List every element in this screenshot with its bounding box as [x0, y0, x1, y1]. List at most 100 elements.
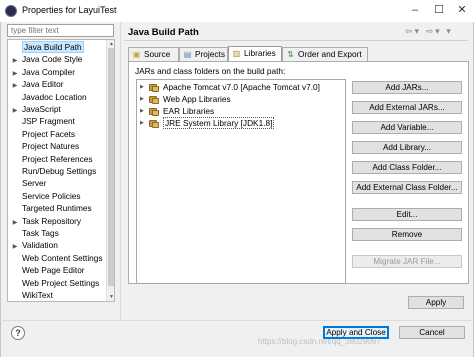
- order-export-icon: ⇅: [287, 50, 294, 59]
- tree-item[interactable]: Java Build Path: [8, 41, 105, 53]
- preference-tree[interactable]: Java Build Path ▶ Java Code Style ▶ Java Com…: [7, 39, 115, 302]
- page-nav: ⇦▾ ⇨▾ ▾: [405, 26, 453, 37]
- tab-projects[interactable]: ▤ Projects: [179, 47, 228, 61]
- tree-item-label: Validation: [22, 240, 58, 251]
- window-title: Properties for LayuiTest: [22, 5, 117, 15]
- apply-button[interactable]: Apply: [408, 296, 464, 309]
- library-icon: [148, 107, 160, 117]
- tab-order-export[interactable]: ⇅ Order and Export: [282, 47, 368, 61]
- tab-libraries[interactable]: ▥ Libraries: [228, 46, 282, 61]
- tree-item[interactable]: Project References: [8, 153, 105, 165]
- tree-item[interactable]: Task Tags: [8, 227, 105, 239]
- tree-item[interactable]: Targeted Runtimes: [8, 202, 105, 214]
- tree-item[interactable]: ▶ JavaScript: [8, 103, 105, 115]
- library-icon: [148, 95, 160, 105]
- page-title: Java Build Path: [128, 27, 199, 38]
- panel-sash[interactable]: [120, 22, 121, 320]
- tree-item-label: JSP Fragment: [22, 116, 75, 127]
- tree-item[interactable]: Project Natures: [8, 140, 105, 152]
- tree-item[interactable]: WikiText: [8, 289, 105, 301]
- tab-label: Source: [144, 49, 171, 59]
- tree-item-label: Javadoc Location: [22, 91, 87, 102]
- expand-arrow-icon[interactable]: ▶: [140, 94, 148, 105]
- tree-item-label: WikiText: [22, 290, 53, 300]
- library-entry-label: EAR Libraries: [163, 106, 215, 116]
- library-entry-label: Web App Libraries: [163, 94, 231, 104]
- expand-arrow-icon[interactable]: ▶: [140, 82, 148, 93]
- scroll-up-arrow-icon[interactable]: ▲: [107, 40, 114, 48]
- expand-arrow-icon[interactable]: ▶: [140, 106, 148, 117]
- tree-item-label: JavaScript: [22, 104, 61, 114]
- add-jars-button[interactable]: Add JARs...: [352, 81, 462, 94]
- library-entry[interactable]: ▶ JRE System Library [JDK1.8]: [140, 117, 275, 129]
- maximize-button[interactable]: ☐: [428, 0, 450, 20]
- title-bar: Properties for LayuiTest – ☐ ✕: [0, 0, 474, 22]
- minimize-button[interactable]: –: [404, 0, 426, 20]
- source-folder-icon: ▣: [132, 50, 141, 59]
- tree-item[interactable]: ▶ Java Code Style: [8, 53, 105, 65]
- add-library-button[interactable]: Add Library...: [352, 141, 462, 154]
- tree-scrollbar[interactable]: ▲ ▼: [106, 40, 114, 301]
- library-entry-label: JRE System Library [JDK1.8]: [163, 117, 275, 129]
- tree-item[interactable]: Web Page Editor: [8, 264, 105, 276]
- tree-item[interactable]: Web Content Settings: [8, 252, 105, 264]
- library-entries-list[interactable]: ▶ Apache Tomcat v7.0 [Apache Tomcat v7.0]…: [136, 79, 346, 284]
- forward-arrow-icon[interactable]: ⇨: [426, 26, 436, 37]
- tree-item[interactable]: Service Policies: [8, 190, 105, 202]
- tree-item[interactable]: Web Project Settings: [8, 277, 105, 289]
- eclipse-app-icon: [5, 5, 17, 17]
- projects-icon: ▤: [183, 50, 192, 59]
- tree-item[interactable]: Run/Debug Settings: [8, 165, 105, 177]
- nav-dropdown-icon[interactable]: ▾: [435, 26, 442, 37]
- library-entry-label: Apache Tomcat v7.0 [Apache Tomcat v7.0]: [163, 82, 320, 92]
- library-entry[interactable]: ▶ Web App Libraries: [140, 94, 231, 105]
- tree-item[interactable]: JSP Fragment: [8, 115, 105, 127]
- tree-item-label: Run/Debug Settings: [22, 166, 97, 176]
- view-menu-icon[interactable]: ▾: [446, 26, 453, 37]
- add-class-folder-button[interactable]: Add Class Folder...: [352, 161, 462, 174]
- tree-item[interactable]: Project Facets: [8, 128, 105, 140]
- filter-input[interactable]: [7, 24, 114, 37]
- close-button[interactable]: ✕: [451, 0, 473, 20]
- tree-item[interactable]: ▶ Java Editor: [8, 78, 105, 90]
- library-entry[interactable]: ▶ Apache Tomcat v7.0 [Apache Tomcat v7.0]: [140, 82, 320, 93]
- tree-item[interactable]: ▶ Task Repository: [8, 215, 105, 227]
- tree-item[interactable]: ▶ Java Compiler: [8, 66, 105, 78]
- expand-arrow-icon[interactable]: ▶: [140, 118, 148, 129]
- tree-item-label: Task Tags: [22, 228, 59, 238]
- library-entry[interactable]: ▶ EAR Libraries: [140, 106, 214, 117]
- tree-item-label: Web Page Editor: [22, 265, 85, 276]
- tab-source[interactable]: ▣ Source: [128, 47, 179, 61]
- tree-item-label: Project Facets: [22, 128, 76, 139]
- tree-item[interactable]: ▶ Validation: [8, 239, 105, 251]
- library-book-shape: [152, 110, 159, 117]
- add-external-class-folder-button[interactable]: Add External Class Folder...: [352, 181, 462, 194]
- back-arrow-icon[interactable]: ⇦: [405, 26, 415, 37]
- tree-item-label: Project References: [22, 153, 93, 164]
- tree-item-label: Java Compiler: [22, 66, 76, 77]
- tree-item[interactable]: Javadoc Location: [8, 91, 105, 103]
- cancel-button[interactable]: Cancel: [399, 326, 465, 339]
- header-divider: [124, 40, 468, 41]
- tab-label: Order and Export: [298, 49, 362, 59]
- remove-button[interactable]: Remove: [352, 228, 462, 241]
- tree-item-label: Web Project Settings: [22, 277, 100, 288]
- footer-divider: [0, 320, 474, 321]
- tree-item[interactable]: Server: [8, 177, 105, 189]
- migrate-jar-button[interactable]: Migrate JAR File...: [352, 255, 462, 268]
- jars-heading: JARs and class folders on the build path…: [135, 66, 286, 76]
- library-icon: [148, 83, 160, 93]
- help-icon[interactable]: ?: [11, 326, 25, 340]
- library-icon: [148, 119, 160, 129]
- tree-item-label: Java Editor: [22, 79, 64, 90]
- scroll-thumb[interactable]: [108, 48, 114, 286]
- scroll-down-arrow-icon[interactable]: ▼: [107, 293, 114, 301]
- tree-item-label: Project Natures: [22, 141, 80, 152]
- library-book-shape: [152, 98, 159, 105]
- tree-item-label: Task Repository: [22, 215, 82, 226]
- add-variable-button[interactable]: Add Variable...: [352, 121, 462, 134]
- edit-button[interactable]: Edit...: [352, 208, 462, 221]
- nav-dropdown-icon[interactable]: ▾: [415, 26, 422, 37]
- tree-item-label: Web Content Settings: [22, 252, 103, 263]
- add-external-jars-button[interactable]: Add External JARs...: [352, 101, 462, 114]
